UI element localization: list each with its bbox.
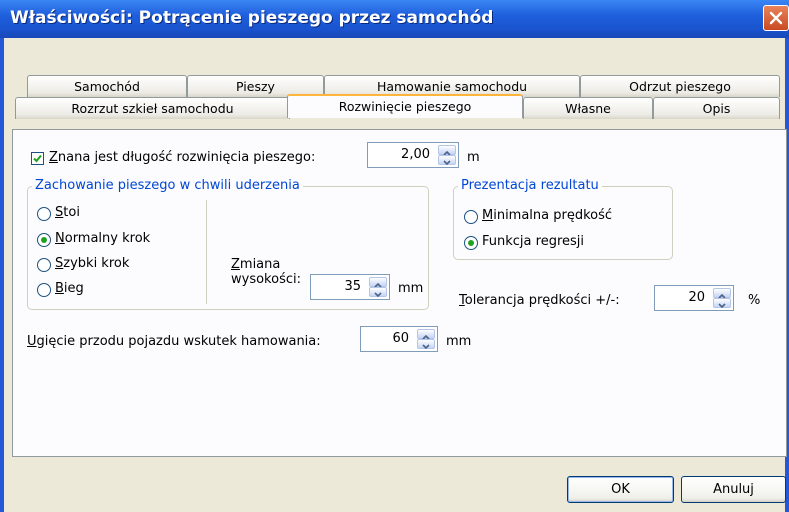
spinner-buttons	[713, 288, 731, 309]
spin-down-icon[interactable]	[369, 287, 387, 298]
radio-funkcja-regresji[interactable]	[464, 236, 478, 250]
spin-up-icon[interactable]	[417, 329, 435, 340]
group-divider	[206, 200, 207, 304]
spin-up-icon[interactable]	[713, 288, 731, 299]
tab-odrzut-pieszego[interactable]: Odrzut pieszego	[580, 75, 780, 97]
height-change-label: Zmiana wysokości:	[231, 257, 301, 287]
radio-funkcja-regresji-label: Funkcja regresji	[482, 234, 584, 249]
height-change-line2: wysokości:	[231, 272, 301, 287]
radio-minimalna-predkosc-label: Minimalna prędkość	[482, 208, 612, 223]
radio-selected-dot	[41, 237, 47, 243]
height-change-value: 35	[344, 279, 361, 294]
radio-bieg[interactable]	[37, 283, 51, 297]
tab-wlasne[interactable]: Własne	[523, 97, 653, 119]
close-button[interactable]	[763, 5, 789, 31]
tab-panel: Znana jest długość rozwinięcia pieszego:…	[12, 129, 787, 457]
window-title: Właściwości: Potrącenie pieszego przez s…	[10, 8, 494, 28]
radio-minimalna-predkosc[interactable]	[464, 210, 478, 224]
radio-bieg-text: ieg	[63, 281, 84, 296]
radio-minimalna-predkosc-text: inimalna prędkość	[493, 208, 613, 223]
spin-up-icon[interactable]	[438, 145, 456, 156]
ok-button[interactable]: OK	[567, 476, 674, 503]
radio-bieg-accel: B	[55, 281, 64, 296]
speed-tolerance-label: Tolerancja prędkości +/-:	[459, 293, 620, 308]
title-bar[interactable]: Właściwości: Potrącenie pieszego przez s…	[0, 0, 789, 38]
spinner-buttons	[417, 329, 435, 350]
known-length-checkbox[interactable]	[31, 152, 44, 165]
radio-szybki-krok-label: Szybki krok	[55, 256, 129, 271]
deflection-text: gięcie przodu pojazdu wskutek hamowania:	[36, 334, 321, 349]
height-change-spinner[interactable]: 35	[310, 274, 390, 300]
radio-normalny-krok-text: ormalny krok	[64, 231, 151, 246]
tab-opis[interactable]: Opis	[653, 97, 780, 119]
radio-stoi[interactable]	[37, 207, 51, 221]
height-change-line1: miana	[239, 257, 281, 272]
tab-rozrzut-szkiel[interactable]: Rozrzut szkieł samochodu	[15, 97, 290, 119]
radio-normalny-krok[interactable]	[37, 233, 51, 247]
speed-tolerance-value: 20	[688, 290, 705, 305]
radio-normalny-krok-label: Normalny krok	[55, 231, 150, 246]
height-change-accel: Z	[231, 257, 240, 272]
radio-minimalna-predkosc-accel: M	[482, 208, 494, 223]
radio-normalny-krok-accel: N	[55, 231, 65, 246]
tab-samochod[interactable]: Samochód	[27, 75, 187, 97]
radio-bieg-label: Bieg	[55, 281, 84, 296]
deflection-spinner[interactable]: 60	[360, 326, 438, 352]
radio-stoi-label: Stoi	[55, 205, 80, 220]
close-icon	[769, 11, 783, 25]
spin-down-icon[interactable]	[713, 298, 731, 309]
known-length-unit: m	[467, 150, 480, 165]
radio-stoi-text: toi	[63, 205, 80, 220]
known-length-label: Znana jest długość rozwinięcia pieszego:	[49, 150, 315, 165]
speed-tolerance-unit: %	[748, 293, 761, 308]
tab-rozwiniecie-pieszego[interactable]: Rozwinięcie pieszego	[287, 94, 523, 118]
known-length-label-text: nana jest długość rozwinięcia pieszego:	[57, 150, 316, 165]
speed-tolerance-text: olerancja prędkości +/-:	[464, 293, 620, 308]
spin-down-icon[interactable]	[417, 339, 435, 350]
radio-szybki-krok[interactable]	[37, 258, 51, 272]
presentation-group-legend: Prezentacja rezultatu	[458, 178, 602, 193]
cancel-button[interactable]: Anuluj	[681, 476, 786, 503]
deflection-unit: mm	[446, 334, 472, 349]
known-length-spinner[interactable]: 2,00	[367, 142, 459, 168]
deflection-accel: U	[27, 334, 37, 349]
spinner-buttons	[438, 145, 456, 166]
known-length-value: 2,00	[401, 147, 430, 162]
checkmark-icon	[33, 154, 42, 163]
behavior-group-legend: Zachowanie pieszego w chwili uderzenia	[32, 178, 303, 193]
deflection-label: Ugięcie przodu pojazdu wskutek hamowania…	[27, 334, 321, 349]
spin-down-icon[interactable]	[438, 155, 456, 166]
spinner-buttons	[369, 277, 387, 298]
speed-tolerance-spinner[interactable]: 20	[654, 285, 734, 311]
dialog-window: Właściwości: Potrącenie pieszego przez s…	[0, 0, 789, 512]
known-length-label-accel: Z	[49, 150, 58, 165]
deflection-value: 60	[392, 331, 409, 346]
spin-up-icon[interactable]	[369, 277, 387, 288]
radio-szybki-krok-text: zybki krok	[63, 256, 130, 271]
height-change-unit: mm	[398, 281, 424, 296]
radio-selected-dot	[468, 240, 474, 246]
